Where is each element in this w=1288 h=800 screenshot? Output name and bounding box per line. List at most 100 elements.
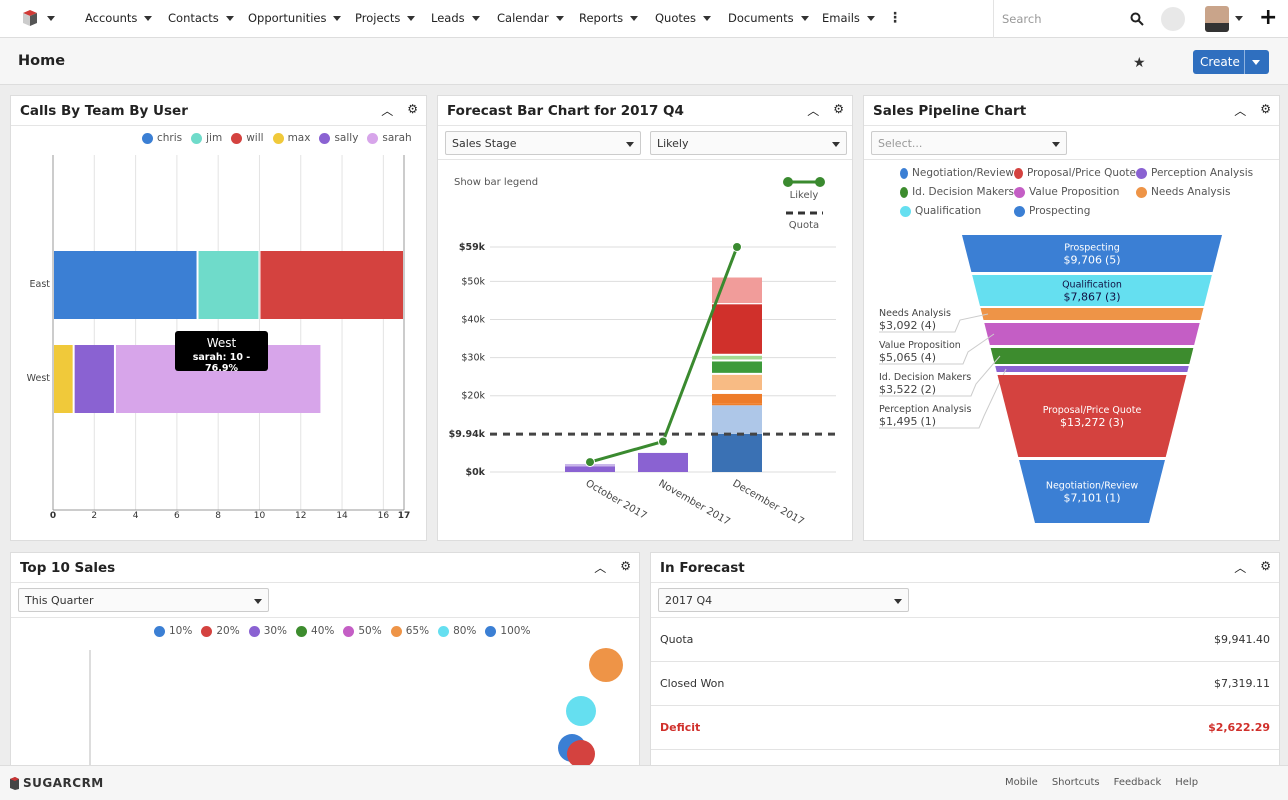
legend-swatch-icon xyxy=(390,625,402,637)
y-tick-label: $9.94k xyxy=(449,429,486,440)
likely-point xyxy=(585,457,595,468)
bar-jim-east xyxy=(198,251,259,319)
legend-item[interactable]: Value Proposition xyxy=(1014,186,1136,198)
legend-item[interactable]: Prospecting xyxy=(1014,205,1136,217)
bar-segment xyxy=(712,303,762,305)
x-tick-label: 2 xyxy=(91,511,97,521)
charts-layer: 0 2 4 6 8 10 12 14 16 17 East West $0k $9.94k $20k $30k… xyxy=(27,155,1222,768)
legend-item[interactable]: Qualification xyxy=(900,205,1014,217)
bar-segment xyxy=(712,374,762,391)
legend-item[interactable]: 30% xyxy=(248,625,287,637)
legend-item[interactable]: chris xyxy=(142,132,182,144)
sugarcrm-logo: SUGARCRM xyxy=(10,776,104,790)
footer-link-shortcuts[interactable]: Shortcuts xyxy=(1052,777,1100,788)
funnel-label: Perception Analysis xyxy=(879,404,971,415)
chart-legend: Negotiation/Review Proposal/Price Quote Pe… xyxy=(900,167,1260,217)
legend-item[interactable]: 40% xyxy=(296,625,334,637)
legend-swatch-icon xyxy=(438,625,450,637)
bubble-65% xyxy=(589,648,623,682)
funnel-label: Proposal/Price Quote xyxy=(1043,405,1142,416)
legend-swatch-icon xyxy=(142,132,153,144)
bar-segment xyxy=(712,393,762,404)
funnel-segment-value-proposition xyxy=(984,323,1200,345)
tooltip-title: West xyxy=(206,336,237,350)
legend-item[interactable]: 50% xyxy=(343,625,382,637)
x-tick-label: 4 xyxy=(133,511,139,521)
legend-item[interactable]: 10% xyxy=(154,625,192,637)
legend-item[interactable]: 20% xyxy=(201,625,240,637)
legend-item[interactable]: jim xyxy=(191,132,222,144)
legend-item[interactable]: Negotiation/Review xyxy=(900,167,1014,179)
tooltip-text: sarah: 10 - 76.9% xyxy=(192,352,251,374)
legend-item[interactable]: 65% xyxy=(390,625,429,637)
x-tick-label: November 2017 xyxy=(657,478,732,528)
funnel-label: Qualification xyxy=(1062,280,1122,291)
legend-swatch-icon xyxy=(900,205,911,217)
y-tick-label: $59k xyxy=(459,242,486,253)
bubble-20% xyxy=(567,740,595,768)
funnel-value: $3,522 (2) xyxy=(879,383,936,396)
legend-item[interactable]: Id. Decision Makers xyxy=(900,186,1014,198)
legend-swatch-icon xyxy=(1014,205,1025,217)
chart-legend: 10% 20% 30% 40% 50% 65% 80% 100% xyxy=(154,625,530,637)
funnel-label: Needs Analysis xyxy=(879,308,951,319)
legend-quota-label: Quota xyxy=(789,220,819,231)
x-tick-label: 0 xyxy=(50,511,56,521)
legend-swatch-icon xyxy=(900,167,908,179)
funnel-segment-id-decision-makers xyxy=(990,348,1194,364)
legend-item[interactable]: max xyxy=(272,132,310,144)
bar-segment xyxy=(712,304,762,354)
bar-segment xyxy=(712,403,762,406)
funnel-value: $9,706 (5) xyxy=(1063,254,1120,267)
y-tick-label: $0k xyxy=(465,467,485,478)
legend-likely-label: Likely xyxy=(790,190,819,201)
legend-swatch-icon xyxy=(191,132,203,144)
funnel-label: Id. Decision Makers xyxy=(879,372,971,383)
legend-item[interactable]: will xyxy=(231,132,264,144)
x-tick-label: 16 xyxy=(378,511,390,521)
legend-likely-dot xyxy=(783,177,793,187)
bar-segment xyxy=(712,405,762,434)
likely-point xyxy=(658,436,668,447)
bar-max-west xyxy=(54,345,73,413)
bar-segment xyxy=(712,361,762,373)
x-tick-label: 14 xyxy=(336,511,348,521)
legend-item[interactable]: Proposal/Price Quote xyxy=(1014,167,1136,179)
legend-swatch-icon xyxy=(272,132,284,144)
legend-item[interactable]: Perception Analysis xyxy=(1136,167,1256,179)
footer-link-feedback[interactable]: Feedback xyxy=(1114,777,1162,788)
bar-segment xyxy=(712,355,762,360)
y-category-label: West xyxy=(27,373,51,384)
funnel-label: Negotiation/Review xyxy=(1046,481,1139,492)
x-tick-label: 10 xyxy=(254,511,266,521)
funnel-value: $3,092 (4) xyxy=(879,319,936,332)
bar-segment xyxy=(712,372,762,375)
funnel-segment-needs-analysis xyxy=(980,308,1204,320)
legend-item[interactable]: sally xyxy=(319,132,358,144)
legend-item[interactable]: Needs Analysis xyxy=(1136,186,1256,198)
footer-link-mobile[interactable]: Mobile xyxy=(1005,777,1038,788)
chart-legend: chris jim will max sally sarah xyxy=(142,132,412,144)
legend-swatch-icon xyxy=(248,625,260,637)
bubble-80% xyxy=(566,696,596,726)
bar-segment xyxy=(565,466,615,472)
funnel-value: $5,065 (4) xyxy=(879,351,936,364)
legend-item[interactable]: sarah xyxy=(367,132,412,144)
legend-swatch-icon xyxy=(1014,167,1024,179)
legend-item[interactable]: 80% xyxy=(438,625,476,637)
footer: SUGARCRM Mobile Shortcuts Feedback Help xyxy=(0,765,1288,800)
bar-segment xyxy=(712,353,762,356)
legend-swatch-icon xyxy=(154,625,165,637)
legend-item[interactable]: 100% xyxy=(485,625,530,637)
footer-link-help[interactable]: Help xyxy=(1175,777,1198,788)
x-tick-label: October 2017 xyxy=(584,478,649,522)
legend-swatch-icon xyxy=(319,132,331,144)
legend-swatch-icon xyxy=(1014,186,1025,198)
x-tick-label: December 2017 xyxy=(731,478,806,528)
legend-swatch-icon xyxy=(201,625,213,637)
funnel-label: Prospecting xyxy=(1064,243,1120,254)
likely-point xyxy=(732,242,742,252)
funnel-value: $13,272 (3) xyxy=(1060,416,1124,429)
legend-swatch-icon xyxy=(296,625,308,637)
funnel-value: $1,495 (1) xyxy=(879,415,936,428)
